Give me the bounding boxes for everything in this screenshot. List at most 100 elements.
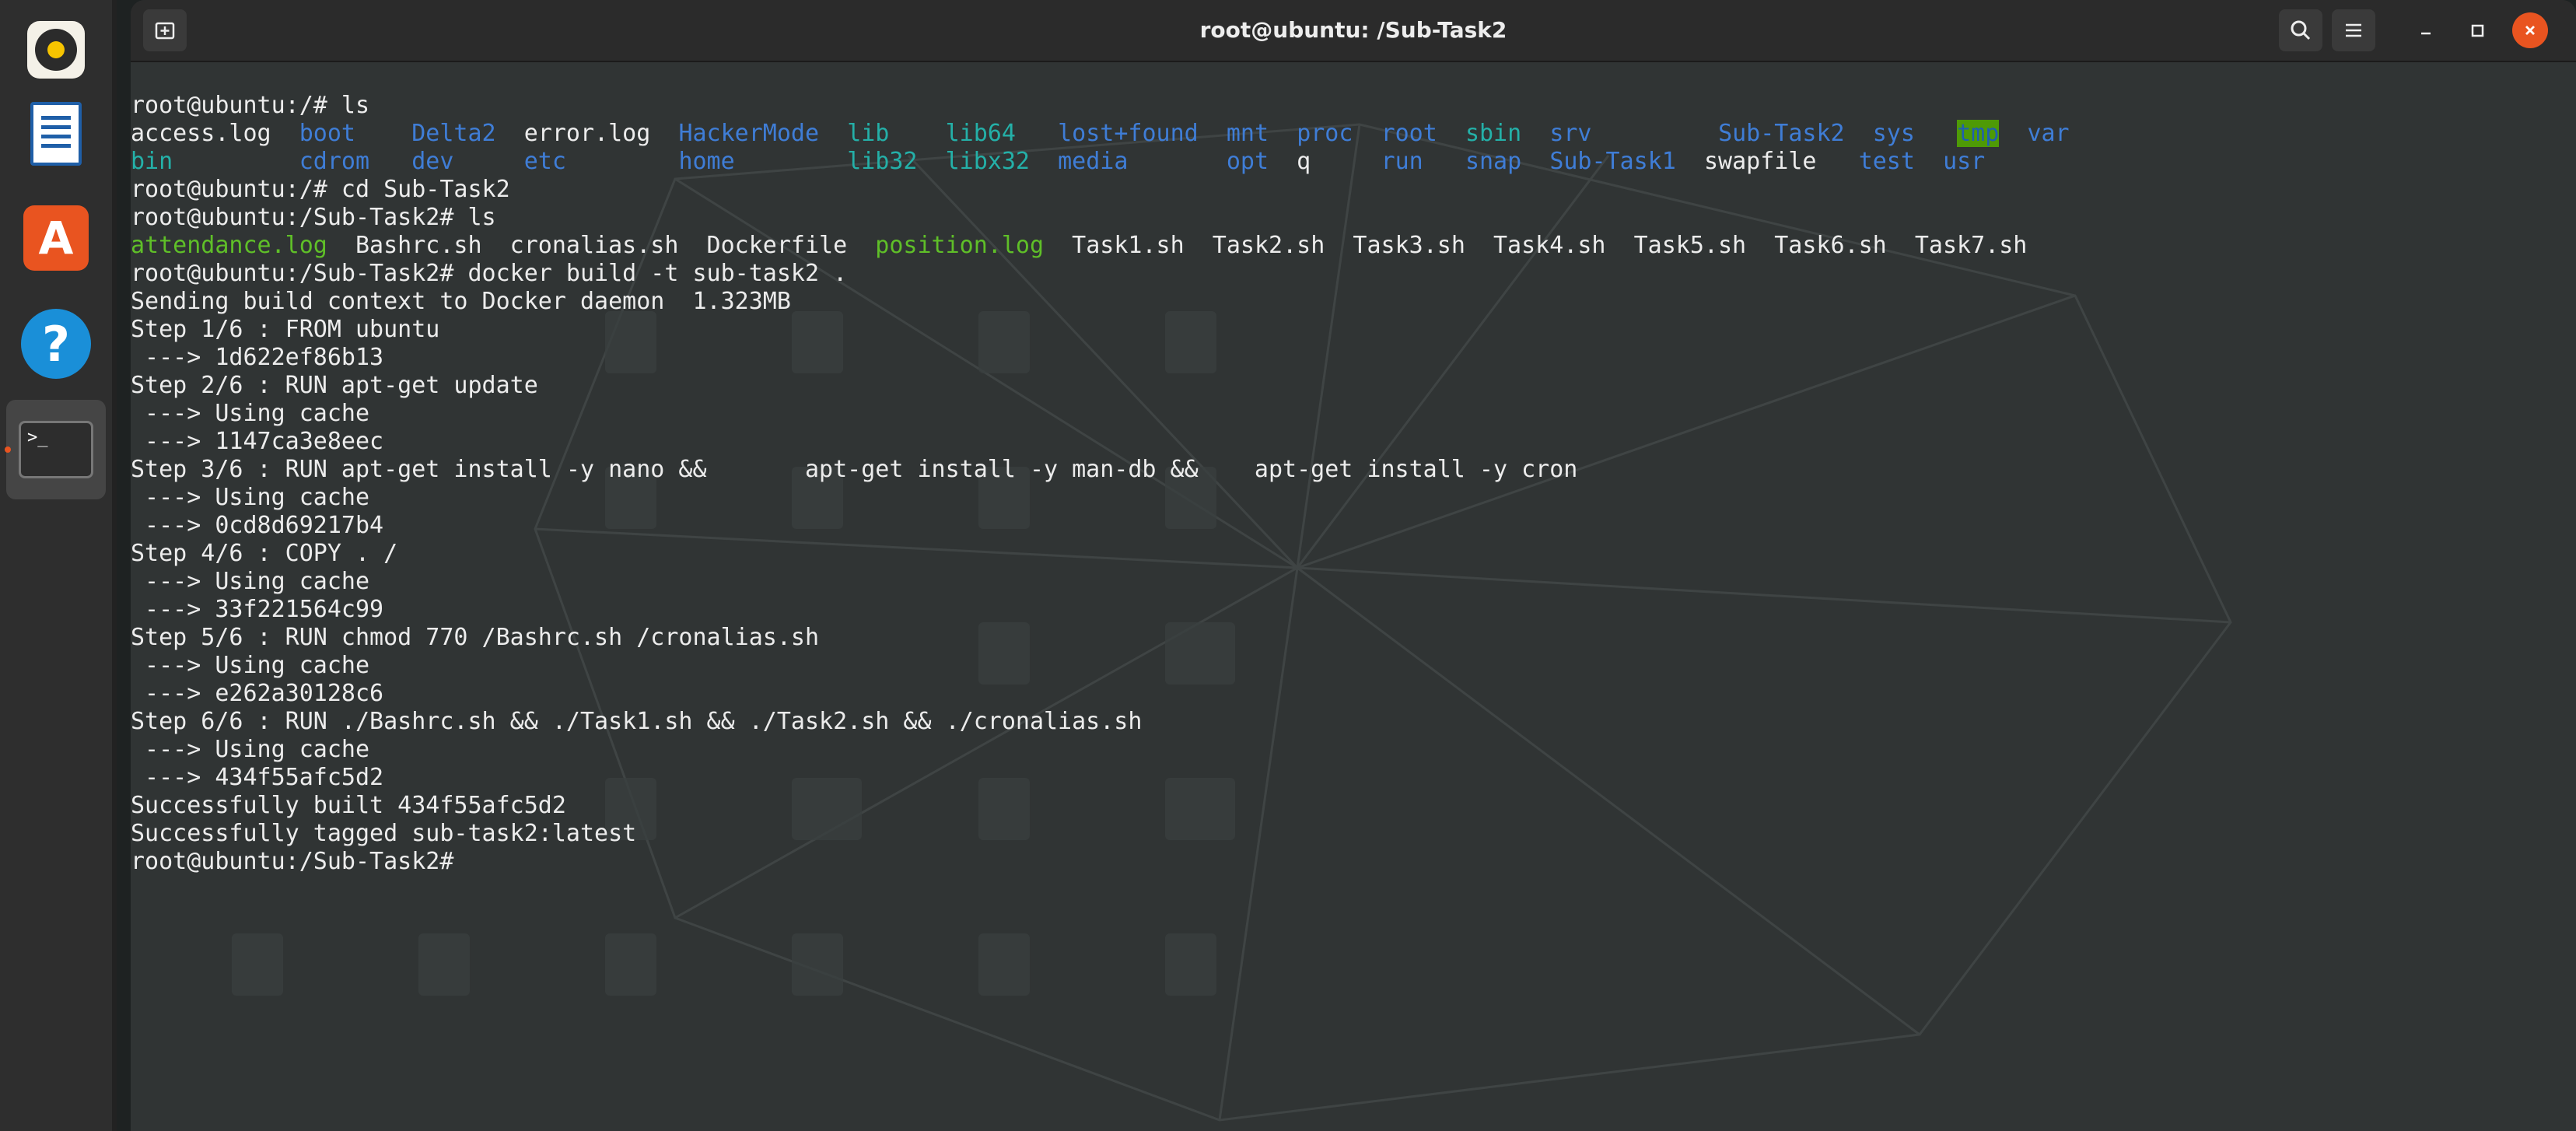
dock-help[interactable]: ? xyxy=(6,294,106,394)
terminal-line: Successfully built 434f55afc5d2 xyxy=(131,792,2070,820)
terminal-text: ---> 0cd8d69217b4 xyxy=(131,512,384,539)
dock-libreoffice-writer[interactable] xyxy=(6,84,106,184)
ls-entry-sym: bin xyxy=(131,148,173,175)
terminal-output: root@ubuntu:/# ls access.log boot Delta2 … xyxy=(131,92,2070,876)
terminal-line: Step 6/6 : RUN ./Bashrc.sh && ./Task1.sh… xyxy=(131,708,2070,736)
terminal-line: Sending build context to Docker daemon 1… xyxy=(131,288,2070,316)
search-icon xyxy=(2291,20,2311,40)
ls-entry-sym: lib64 xyxy=(945,120,1016,147)
ls-entry-exe: position.log xyxy=(875,232,1045,259)
terminal-text: root@ubuntu:/Sub-Task2# docker build -t … xyxy=(131,260,848,287)
terminal-area[interactable]: root@ubuntu:/# ls access.log boot Delta2 … xyxy=(131,62,2576,1131)
ls-entry-dir: media xyxy=(1058,148,1129,175)
terminal-text: ---> Using cache xyxy=(131,652,370,679)
title-bar[interactable]: root@ubuntu: /Sub-Task2 xyxy=(131,0,2576,62)
terminal-text: root@ubuntu:/# cd Sub-Task2 xyxy=(131,176,510,203)
terminal-line: bin cdrom dev etc home lib32 libx32 medi… xyxy=(131,148,2070,176)
music-disc-icon xyxy=(27,21,85,79)
new-tab-button[interactable] xyxy=(143,9,187,51)
ls-entry-dir: HackerMode xyxy=(678,120,820,147)
terminal-text: root@ubuntu:/# ls xyxy=(131,92,370,119)
terminal-line: root@ubuntu:/Sub-Task2# ls xyxy=(131,204,2070,232)
minimize-icon xyxy=(2421,32,2431,35)
menu-button[interactable] xyxy=(2332,9,2375,51)
terminal-text: ---> Using cache xyxy=(131,484,370,511)
dock: A ? >_ xyxy=(0,0,117,1131)
terminal-text: Bashrc.sh cronalias.sh Dockerfile xyxy=(327,232,876,259)
terminal-text: q xyxy=(1269,148,1381,175)
ls-entry-dir: Delta2 xyxy=(411,120,496,147)
terminal-text: ---> 434f55afc5d2 xyxy=(131,764,384,791)
terminal-line: Step 3/6 : RUN apt-get install -y nano &… xyxy=(131,456,2070,484)
ls-entry-exe: attendance.log xyxy=(131,232,327,259)
terminal-line: ---> 33f221564c99 xyxy=(131,596,2070,624)
terminal-line: ---> Using cache xyxy=(131,568,2070,596)
terminal-text: Step 6/6 : RUN ./Bashrc.sh && ./Task1.sh… xyxy=(131,708,1143,735)
ls-entry-dir: boot xyxy=(299,120,355,147)
search-button[interactable] xyxy=(2279,9,2322,51)
terminal-text: ---> e262a30128c6 xyxy=(131,680,384,707)
ls-entry-dir: dev xyxy=(411,148,454,175)
hamburger-menu-icon xyxy=(2346,23,2361,37)
close-icon xyxy=(2525,26,2535,35)
ls-entry-sym: lib32 xyxy=(847,148,918,175)
terminal-text: swapfile xyxy=(1675,148,1859,175)
terminal-text: ---> Using cache xyxy=(131,568,370,595)
ls-entry-dir: snap xyxy=(1465,148,1522,175)
maximize-button[interactable] xyxy=(2459,12,2495,48)
ls-entry-dir: srv xyxy=(1549,120,1592,147)
ls-entry-dir: cdrom xyxy=(299,148,370,175)
ls-entry-dir: home xyxy=(678,148,735,175)
ls-entry-sym: libx32 xyxy=(945,148,1030,175)
terminal-line: ---> Using cache xyxy=(131,652,2070,680)
terminal-window: root@ubuntu: /Sub-Task2 root@ubuntu:/# l… xyxy=(131,0,2576,1131)
minimize-button[interactable] xyxy=(2408,12,2444,48)
ls-entry-sym: sbin xyxy=(1465,120,1522,147)
ls-entry-dir: mnt xyxy=(1226,120,1269,147)
dock-ubuntu-software[interactable]: A xyxy=(6,188,106,288)
terminal-line: root@ubuntu:/Sub-Task2# xyxy=(131,848,2070,876)
terminal-text: ---> Using cache xyxy=(131,736,370,763)
document-icon xyxy=(30,102,82,166)
ls-entry-dir: proc xyxy=(1297,120,1353,147)
terminal-line: Successfully tagged sub-task2:latest xyxy=(131,820,2070,848)
terminal-line: ---> 434f55afc5d2 xyxy=(131,764,2070,792)
terminal-line: root@ubuntu:/Sub-Task2# docker build -t … xyxy=(131,260,2070,288)
ls-entry-dir: etc xyxy=(523,148,566,175)
terminal-text: root@ubuntu:/Sub-Task2# ls xyxy=(131,204,496,231)
ls-entry-hl: tmp xyxy=(1957,120,2000,147)
close-button[interactable] xyxy=(2512,12,2548,48)
terminal-line: attendance.log Bashrc.sh cronalias.sh Do… xyxy=(131,232,2070,260)
terminal-line: ---> Using cache xyxy=(131,736,2070,764)
dock-terminal[interactable]: >_ xyxy=(5,400,106,499)
terminal-text: ---> 1147ca3e8eec xyxy=(131,428,384,455)
terminal-line: ---> 0cd8d69217b4 xyxy=(131,512,2070,540)
terminal-text: Successfully tagged sub-task2:latest xyxy=(131,820,637,847)
ls-entry-dir: test xyxy=(1858,148,1915,175)
ls-entry-dir: run xyxy=(1381,148,1423,175)
terminal-text: Sending build context to Docker daemon 1… xyxy=(131,288,791,315)
ls-entry-dir: root xyxy=(1381,120,1437,147)
terminal-text: error.log xyxy=(495,120,679,147)
terminal-icon: >_ xyxy=(19,421,93,478)
maximize-icon xyxy=(2471,24,2484,37)
terminal-line: ---> 1d622ef86b13 xyxy=(131,344,2070,372)
ls-entry-dir: Sub-Task2 xyxy=(1718,120,1845,147)
